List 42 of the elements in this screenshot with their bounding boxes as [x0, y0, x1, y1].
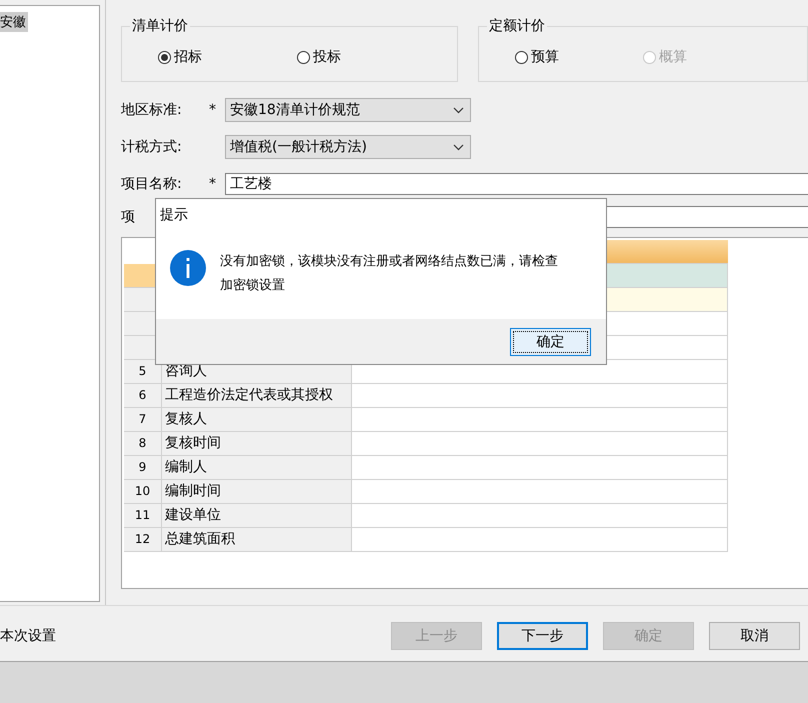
- wizard-button[interactable]: 取消: [709, 622, 800, 650]
- row-number: 12: [124, 528, 162, 551]
- field-label: 地区标准:: [121, 102, 182, 118]
- group-title: 定额计价: [487, 17, 547, 35]
- table-cell: 复核时间: [162, 432, 352, 455]
- radio-circle[interactable]: [515, 50, 528, 64]
- ok-button[interactable]: 确定: [510, 328, 591, 356]
- dropdown[interactable]: 安徽18清单计价规范: [225, 98, 471, 122]
- wizard-button[interactable]: 下一步: [497, 622, 588, 650]
- info-icon: [170, 250, 206, 286]
- option-label: 本次设置: [0, 626, 56, 644]
- field-label: 计税方式:: [121, 139, 182, 155]
- field-label: 项目名称:: [121, 176, 182, 192]
- row-number: 7: [124, 408, 162, 431]
- table-cell: 总建筑面积: [162, 528, 352, 551]
- table-cell: 工程造价法定代表或其授权: [162, 384, 352, 407]
- required-mark: *: [209, 102, 216, 118]
- tree-item[interactable]: 安徽: [0, 12, 28, 32]
- row-number: 9: [124, 456, 162, 479]
- radio-option[interactable]: 招标: [158, 48, 202, 66]
- row-number: 8: [124, 432, 162, 455]
- group-title: 清单计价: [130, 17, 190, 35]
- chevron-icon: [453, 106, 464, 114]
- table-cell: 编制时间: [162, 480, 352, 503]
- radio-option[interactable]: 预算: [515, 48, 559, 66]
- table-cell: 复核人: [162, 408, 352, 431]
- dialog-message: 没有加密锁，该模块没有注册或者网络结点数已满，请检查加密锁设置: [220, 253, 559, 295]
- field-label: 项: [121, 209, 135, 225]
- required-mark: *: [209, 176, 216, 192]
- radio-circle[interactable]: [297, 50, 310, 64]
- table-cell: 建设单位: [162, 504, 352, 527]
- row-number: 6: [124, 384, 162, 407]
- row-number: 5: [124, 360, 162, 383]
- row-number: 11: [124, 504, 162, 527]
- dialog-title: 提示: [160, 207, 188, 223]
- radio-circle[interactable]: [158, 50, 171, 64]
- dropdown[interactable]: 增值税(一般计税方法): [225, 135, 471, 159]
- row-number: 10: [124, 480, 162, 503]
- chevron-icon: [453, 144, 464, 150]
- radio-option[interactable]: 投标: [297, 48, 341, 66]
- table-cell: 编制人: [162, 456, 352, 479]
- text-field[interactable]: 工艺楼: [225, 173, 808, 195]
